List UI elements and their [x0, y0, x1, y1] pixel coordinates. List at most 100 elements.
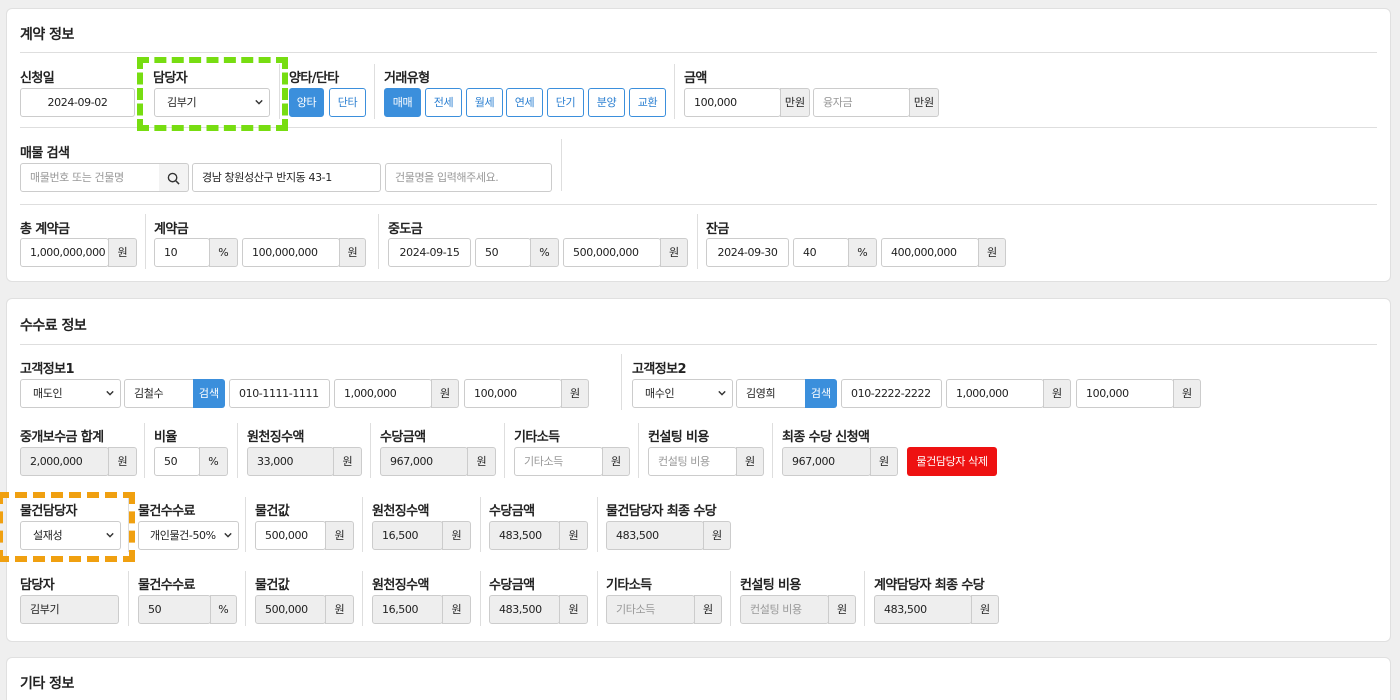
deposit-label: 계약금: [154, 222, 189, 237]
customer1-amount2-unit: 원: [561, 379, 589, 408]
customer2-amount1-unit: 원: [1043, 379, 1071, 408]
property-price-input[interactable]: 500,000: [255, 521, 326, 550]
highlight-box: [137, 57, 288, 131]
balance-rate-unit: %: [848, 238, 877, 267]
middle-rate-unit: %: [530, 238, 559, 267]
apply-date-label: 신청일: [20, 71, 55, 86]
chevron-down-icon: [718, 390, 726, 396]
contract-manager-label: 담당자: [20, 578, 55, 593]
cm-fee-input: 50: [138, 595, 211, 624]
divider: [374, 64, 375, 119]
fee-total-label: 중개보수금 합계: [20, 430, 104, 445]
property-price-unit: 원: [325, 521, 354, 550]
cm-withholding-unit: 원: [442, 595, 471, 624]
side-option-yangta[interactable]: 양타: [289, 88, 324, 117]
deal-type-short[interactable]: 단기: [547, 88, 584, 117]
deposit-amount-input[interactable]: 100,000,000: [242, 238, 340, 267]
side-label: 양타/단타: [289, 71, 339, 86]
customer2-amount2-input[interactable]: 100,000: [1076, 379, 1174, 408]
deposit-rate-input[interactable]: 10: [154, 238, 210, 267]
balance-rate-input[interactable]: 40: [793, 238, 849, 267]
amount-input[interactable]: 100,000: [684, 88, 781, 117]
contract-info-card: 계약 정보 신청일 2024-09-02 담당자 김부기 양타/단타 양타 단타…: [6, 8, 1391, 282]
consulting-fee-input[interactable]: 컨설팅 비용: [648, 447, 737, 476]
divider: [697, 214, 698, 269]
cm-other-income-unit: 원: [694, 595, 722, 624]
divider: [144, 423, 145, 478]
divider: [480, 497, 481, 552]
customer2-search-button[interactable]: 검색: [805, 379, 837, 408]
pm-withholding-input: 16,500: [372, 521, 443, 550]
cm-final-input: 483,500: [874, 595, 972, 624]
final-request-label: 최종 수당 신청액: [782, 430, 870, 445]
customer1-search-button[interactable]: 검색: [193, 379, 225, 408]
apply-date-input[interactable]: 2024-09-02: [20, 88, 135, 117]
ratio-label: 비율: [154, 430, 177, 445]
building-name-input[interactable]: 건물명을 입력해주세요.: [385, 163, 552, 192]
total-contract-unit: 원: [108, 238, 137, 267]
total-contract-input[interactable]: 1,000,000,000: [20, 238, 109, 267]
customer2-role-select[interactable]: 매수인: [632, 379, 733, 408]
middle-rate-input[interactable]: 50: [475, 238, 531, 267]
customer1-name-input[interactable]: 김철수: [124, 379, 194, 408]
property-search-button[interactable]: [159, 163, 189, 192]
amount-label: 금액: [684, 71, 707, 86]
divider: [864, 571, 865, 626]
contract-info-title: 계약 정보: [20, 27, 74, 43]
loan-input[interactable]: 융자금: [813, 88, 910, 117]
divider: [237, 423, 238, 478]
contract-manager-input: 김부기: [20, 595, 119, 624]
cm-price-label: 물건값: [255, 578, 290, 593]
balance-date-input[interactable]: 2024-09-30: [706, 238, 789, 267]
customer2-name-input[interactable]: 김영희: [736, 379, 806, 408]
deal-type-exchange[interactable]: 교환: [629, 88, 666, 117]
middle-payment-label: 중도금: [388, 222, 423, 237]
deal-type-monthly[interactable]: 월세: [466, 88, 503, 117]
cm-price-input: 500,000: [255, 595, 326, 624]
pm-final-input: 483,500: [606, 521, 704, 550]
customer1-role-select[interactable]: 매도인: [20, 379, 121, 408]
property-fee-select[interactable]: 개인물건-50%: [138, 521, 239, 550]
cm-fee-unit: %: [210, 595, 237, 624]
deal-type-yearly[interactable]: 연세: [506, 88, 543, 117]
property-search-input[interactable]: 매물번호 또는 건물명: [20, 163, 160, 192]
property-address-input[interactable]: 경남 창원성산구 반지동 43-1: [192, 163, 381, 192]
balance-amount-input[interactable]: 400,000,000: [881, 238, 979, 267]
cm-other-income-label: 기타소득: [606, 578, 652, 593]
other-income-input[interactable]: 기타소득: [514, 447, 603, 476]
divider: [597, 571, 598, 626]
property-price-label: 물건값: [255, 504, 290, 519]
delete-property-manager-button[interactable]: 물건담당자 삭제: [907, 447, 997, 476]
consulting-fee-label: 컨설팅 비용: [648, 430, 709, 445]
customer1-amount1-input[interactable]: 1,000,000: [334, 379, 432, 408]
divider: [145, 214, 146, 269]
deal-type-presale[interactable]: 분양: [588, 88, 625, 117]
cm-other-income-input: 기타소득: [606, 595, 695, 624]
divider: [370, 423, 371, 478]
pm-allowance-unit: 원: [559, 521, 588, 550]
customer2-amount1-input[interactable]: 1,000,000: [946, 379, 1044, 408]
amount-unit: 만원: [780, 88, 810, 117]
ratio-input[interactable]: 50: [154, 447, 200, 476]
fee-total-input: 2,000,000: [20, 447, 109, 476]
divider: [362, 497, 363, 552]
divider: [772, 423, 773, 478]
deal-type-jeonse[interactable]: 전세: [425, 88, 462, 117]
loan-unit: 만원: [909, 88, 939, 117]
customer1-phone-input[interactable]: 010-1111-1111: [229, 379, 330, 408]
allowance-input: 967,000: [380, 447, 468, 476]
cm-allowance-unit: 원: [559, 595, 588, 624]
deal-type-sale[interactable]: 매매: [384, 88, 421, 117]
fee-info-card: 수수료 정보 고객정보1 매도인 김철수 검색 010-1111-1111 1,…: [6, 298, 1391, 642]
ratio-unit: %: [199, 447, 228, 476]
withholding-unit: 원: [333, 447, 362, 476]
middle-amount-input[interactable]: 500,000,000: [563, 238, 661, 267]
customer1-amount2-input[interactable]: 100,000: [464, 379, 562, 408]
side-option-danta[interactable]: 단타: [329, 88, 366, 117]
customer2-phone-input[interactable]: 010-2222-2222: [841, 379, 942, 408]
divider: [621, 354, 622, 410]
divider: [378, 214, 379, 269]
cm-consulting-unit: 원: [828, 595, 856, 624]
middle-date-input[interactable]: 2024-09-15: [388, 238, 471, 267]
pm-allowance-input: 483,500: [489, 521, 560, 550]
